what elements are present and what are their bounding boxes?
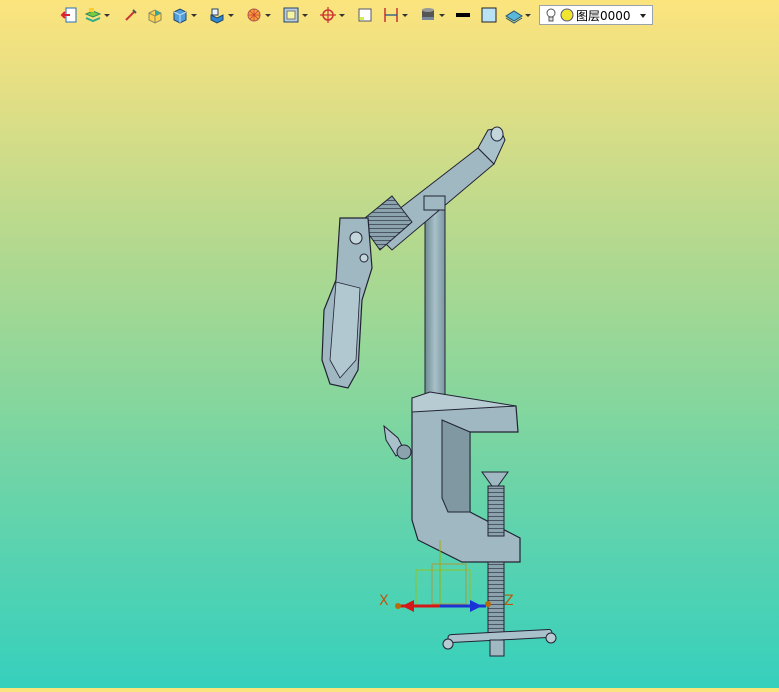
exit-icon[interactable]: [60, 5, 78, 25]
3d-viewport[interactable]: X Z: [0, 30, 779, 688]
render-sphere-dropdown-icon[interactable]: [265, 13, 271, 17]
layer-sheet-dropdown-icon[interactable]: [525, 13, 531, 17]
crosshair-dropdown-icon[interactable]: [339, 13, 345, 17]
sheet-icon[interactable]: [357, 5, 373, 25]
crosshair-icon[interactable]: [319, 5, 345, 25]
model-canvas: [321, 126, 557, 657]
cylinder-dropdown-icon[interactable]: [439, 13, 445, 17]
view-cube-dropdown-icon[interactable]: [228, 13, 234, 17]
box-blue-dropdown-icon[interactable]: [191, 13, 197, 17]
layer-name: 图层0000: [576, 8, 631, 23]
layer-sheet-icon[interactable]: [505, 5, 531, 25]
frame-view-icon[interactable]: [282, 5, 308, 25]
box-yellow-icon[interactable]: [146, 5, 164, 25]
view-cube-icon[interactable]: [208, 5, 234, 25]
cylinder-icon[interactable]: [419, 5, 445, 25]
dimension-icon[interactable]: [382, 5, 408, 25]
lightbulb-icon[interactable]: [544, 7, 558, 23]
fill-color-icon[interactable]: [480, 5, 498, 25]
jaw-lever: [321, 217, 373, 389]
brush-icon[interactable]: [123, 5, 139, 25]
toolbar: 图层0000: [0, 0, 779, 30]
frame-view-dropdown-icon[interactable]: [302, 13, 308, 17]
dimension-dropdown-icon[interactable]: [402, 13, 408, 17]
layer-select[interactable]: 图层0000: [539, 5, 653, 25]
render-sphere-icon[interactable]: [245, 5, 271, 25]
z-axis-label: Z: [504, 593, 514, 609]
layers-stack-icon[interactable]: [84, 5, 110, 25]
layers-stack-dropdown-icon[interactable]: [104, 13, 110, 17]
box-blue-icon[interactable]: [171, 5, 197, 25]
x-axis-label: X: [379, 593, 389, 609]
vertical-post: [424, 195, 446, 409]
layer-status-circle-icon[interactable]: [560, 8, 574, 22]
layer-dropdown-icon[interactable]: [640, 14, 646, 18]
line-color-icon[interactable]: [455, 5, 471, 25]
